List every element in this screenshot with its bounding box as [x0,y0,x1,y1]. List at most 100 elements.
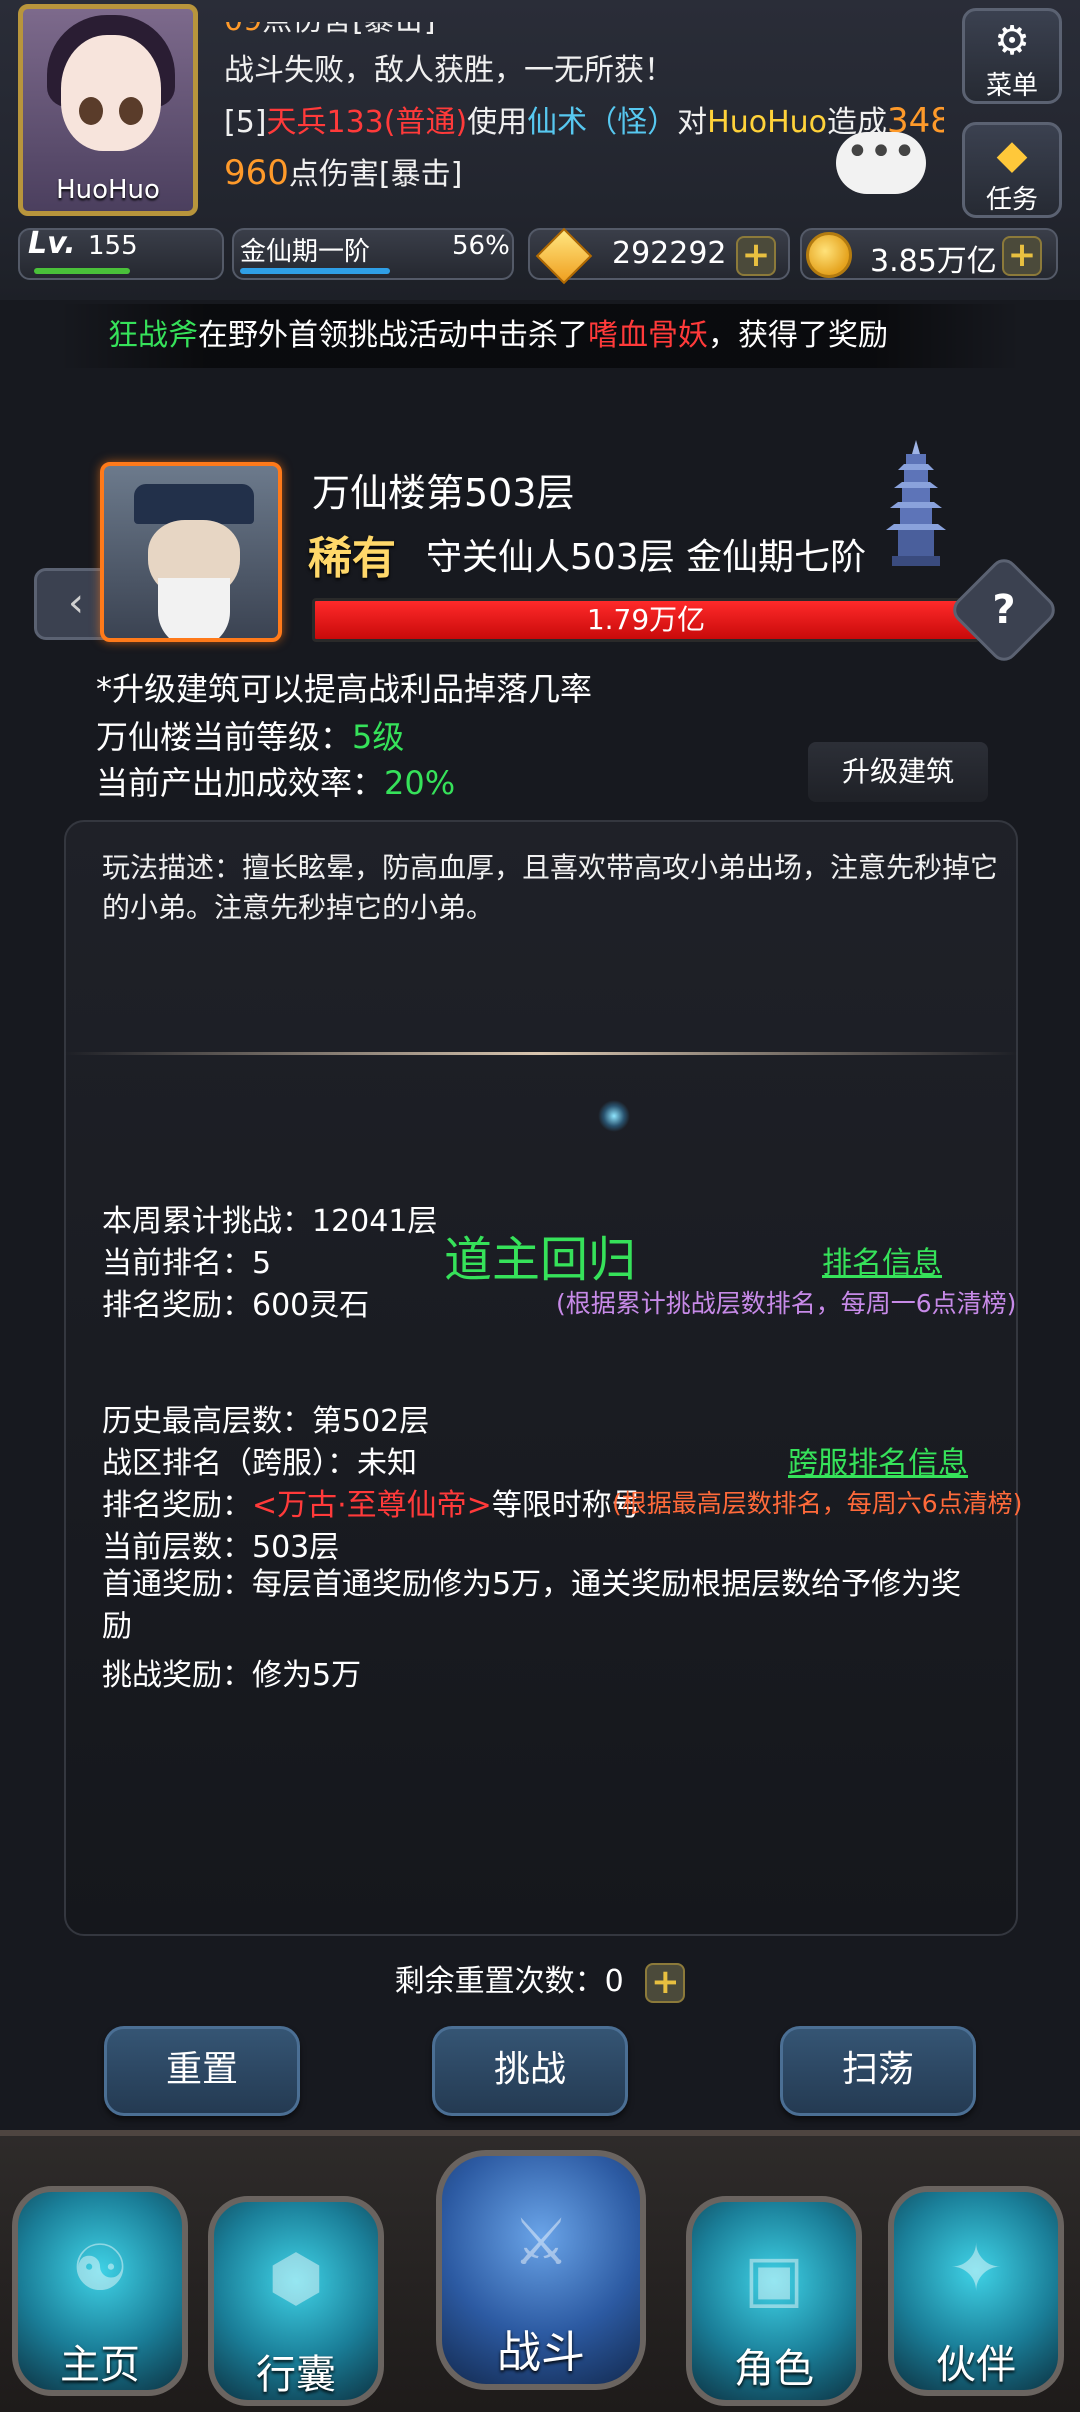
gameplay-description: 玩法描述：擅长眩晕，防高血厚，且喜欢带高攻小弟出场，注意先秒掉它的小弟。注意先秒… [102,851,999,924]
weekly-rank-note: (根据累计挑战层数排名，每周一6点清榜) [556,1289,1017,1318]
announce-text2: ，获得了奖励 [708,318,888,353]
production-rate-line: 当前产出加成效率：20% [96,758,455,804]
floor-title: 万仙楼第503层 [312,471,575,515]
gear-icon: ⚙ [994,18,1030,64]
nav-home-label: 主页 [60,2342,140,2388]
nav-bag[interactable]: ⬢ 行囊 [208,2196,384,2406]
chat-line2-prefix: [5] [224,105,267,140]
gold-amount: 3.85万亿 [870,244,997,279]
challenge-button[interactable]: 挑战 [432,2026,628,2116]
chat-enemy-name: 天兵133(普通) [266,105,468,140]
announcement-banner: 狂战斧在野外首领挑战活动中击杀了嗜血骨妖，获得了奖励 [60,304,1020,368]
chat-use-word: 使用 [467,105,528,140]
cross-server-rank-link[interactable]: 跨服排名信息 [788,1438,968,1482]
panel-divider [64,1052,1018,1055]
chat-target-name: HuoHuo [707,105,828,140]
announce-boss: 嗜血骨妖 [588,318,708,353]
player-name: HuoHuo [56,175,160,205]
nav-partner[interactable]: ✦ 伙伴 [888,2186,1064,2396]
partner-beast-icon: ✦ [949,2232,1003,2306]
level-prefix: Lv. [28,226,76,261]
history-rank-note: (根据最高层数排名，每周六6点清榜) [612,1489,1023,1518]
building-tip: *升级建筑可以提高战利品掉落几率 [96,670,593,708]
history-reward-title: <万古·至尊仙帝> [252,1488,492,1523]
boss-description: 守关仙人503层 金仙期七阶 [426,537,867,578]
chat-line-1: 战斗失败，敌人获胜，一无所获！ [224,53,674,88]
home-icon: ☯ [71,2232,129,2306]
boss-hat [134,484,254,524]
level-value: 155 [88,231,138,261]
building-level-line: 万仙楼当前等级：5级 [96,712,404,758]
help-icon[interactable]: ? [964,570,1044,650]
add-gems-button[interactable]: + [736,236,776,276]
nav-role-label: 角色 [734,2346,814,2392]
sparkle-effect [598,1100,630,1132]
chat-bubble-icon[interactable]: ••• [836,132,926,194]
nav-battle-label: 战斗 [497,2327,585,2378]
building-level-value: 5级 [352,718,405,756]
chat-line-0: 09点伤害[暴击] [224,22,944,46]
level-progress-fill [34,268,130,274]
gem-task-icon: ◆ [996,132,1028,178]
chat-skill-name: 仙术（怪） [527,105,678,140]
chat-line-2: [5]天兵133(普通)使用仙术（怪）对HuoHuo造成3481 [224,96,944,148]
player-avatar[interactable]: HuoHuo [18,4,198,216]
realm-name: 金仙期一阶 [240,237,371,267]
first-clear-reward: 首通奖励：每层首通奖励修为5万，通关奖励根据层数给予修为奖励 [102,1567,962,1644]
avatar-face [61,35,161,151]
info-panel [64,820,1018,1936]
weekly-total: 本周累计挑战：12041层 [102,1204,438,1239]
sweep-button[interactable]: 扫荡 [780,2026,976,2116]
chat-line3-text: 点伤害[暴击] [288,157,463,192]
pagoda-icon [886,440,946,566]
current-floor: 当前层数：503层 [102,1530,340,1565]
menu-button-label: 菜单 [985,71,1038,101]
nav-partner-label: 伙伴 [936,2342,1016,2388]
battle-chat-log[interactable]: 09点伤害[暴击] 战斗失败，敌人获胜，一无所获！ [5]天兵133(普通)使用… [224,22,944,212]
add-gold-button[interactable]: + [1002,236,1042,276]
production-rate-value: 20% [384,764,456,802]
production-rate-label: 当前产出加成效率： [96,764,385,802]
avatar-eye-right [119,97,143,125]
reset-count-label: 剩余重置次数：0 [394,1964,624,1999]
chest-icon: ▣ [743,2242,805,2316]
boss-hp-value: 1.79万亿 [586,603,706,636]
nav-role[interactable]: ▣ 角色 [686,2196,862,2406]
avatar-eye-left [79,97,103,125]
realm-percent: 56% [452,231,510,261]
task-button[interactable]: ◆ 任务 [962,122,1062,218]
task-button-label: 任务 [985,185,1038,215]
history-reward-label: 排名奖励： [102,1488,252,1523]
realm-progress-fill [240,268,391,274]
rank-info-link[interactable]: 排名信息 [822,1238,942,1282]
building-level-label: 万仙楼当前等级： [96,718,353,756]
boss-portrait[interactable] [100,462,282,642]
reset-button[interactable]: 重置 [104,2026,300,2116]
upgrade-building-button[interactable]: 升级建筑 [808,742,988,802]
menu-button[interactable]: ⚙ 菜单 [962,8,1062,104]
current-rank: 当前排名：5 [102,1246,272,1281]
announce-text1: 在野外首领挑战活动中击杀了 [198,318,588,353]
reset-count-line: 剩余重置次数：0 + [0,1956,1080,2003]
bag-icon: ⬢ [268,2242,324,2316]
history-best: 历史最高层数：第502层 [102,1404,430,1439]
gold-coin-icon [806,232,852,278]
cross-server-rank: 战区排名（跨服）：未知 [102,1446,417,1481]
nav-home[interactable]: ☯ 主页 [12,2186,188,2396]
chat-line3-damage: 960 [224,153,289,193]
chat-to-word: 对 [677,105,708,140]
daozhu-return-link[interactable]: 道主回归 [444,1220,636,1290]
chat-line0-text: 点伤害[暴击] [262,22,435,38]
sword-icon: ⚔ [512,2206,570,2280]
rarity-badge: 稀有 [308,533,396,584]
challenge-reward: 挑战奖励：修为5万 [102,1658,362,1693]
nav-bag-label: 行囊 [256,2352,336,2398]
history-rank-reward: 排名奖励：<万古·至尊仙帝>等限时称号 [102,1480,642,1524]
boss-beard [158,578,230,638]
nav-battle[interactable]: ⚔ 战斗 [436,2150,646,2390]
add-reset-button[interactable]: + [645,1962,686,2003]
boss-hp-bar: 1.79万亿 [312,598,980,642]
announce-player: 狂战斧 [108,318,198,353]
rank-reward: 排名奖励：600灵石 [102,1288,370,1323]
gem-count: 292292 [612,236,727,271]
